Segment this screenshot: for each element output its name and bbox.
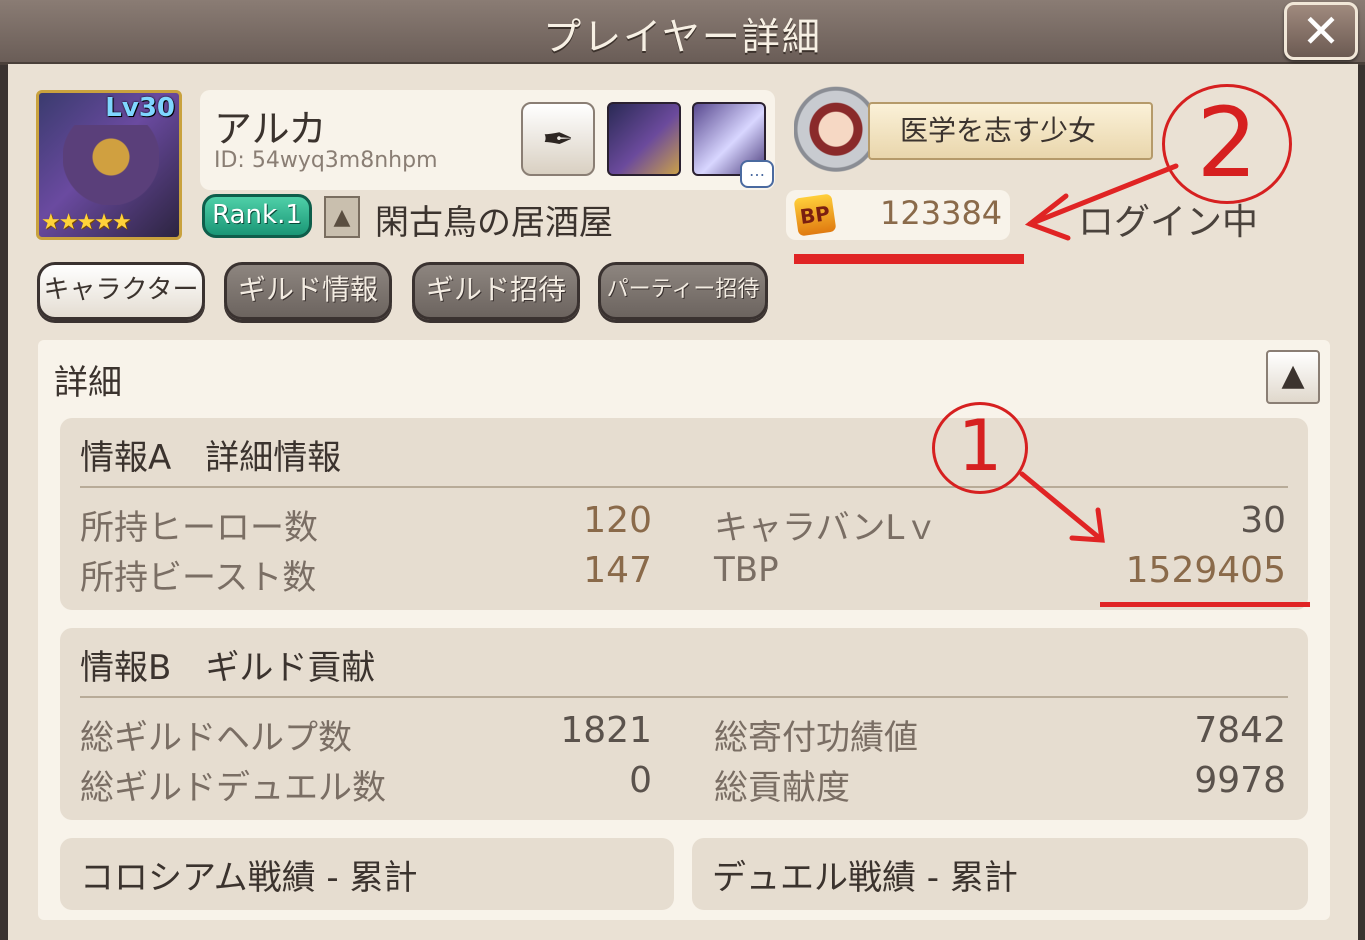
annotation-arrow-1 xyxy=(1019,471,1105,543)
annotation-arrow-2 xyxy=(1027,163,1179,227)
annotation-arrows xyxy=(1019,163,1179,543)
